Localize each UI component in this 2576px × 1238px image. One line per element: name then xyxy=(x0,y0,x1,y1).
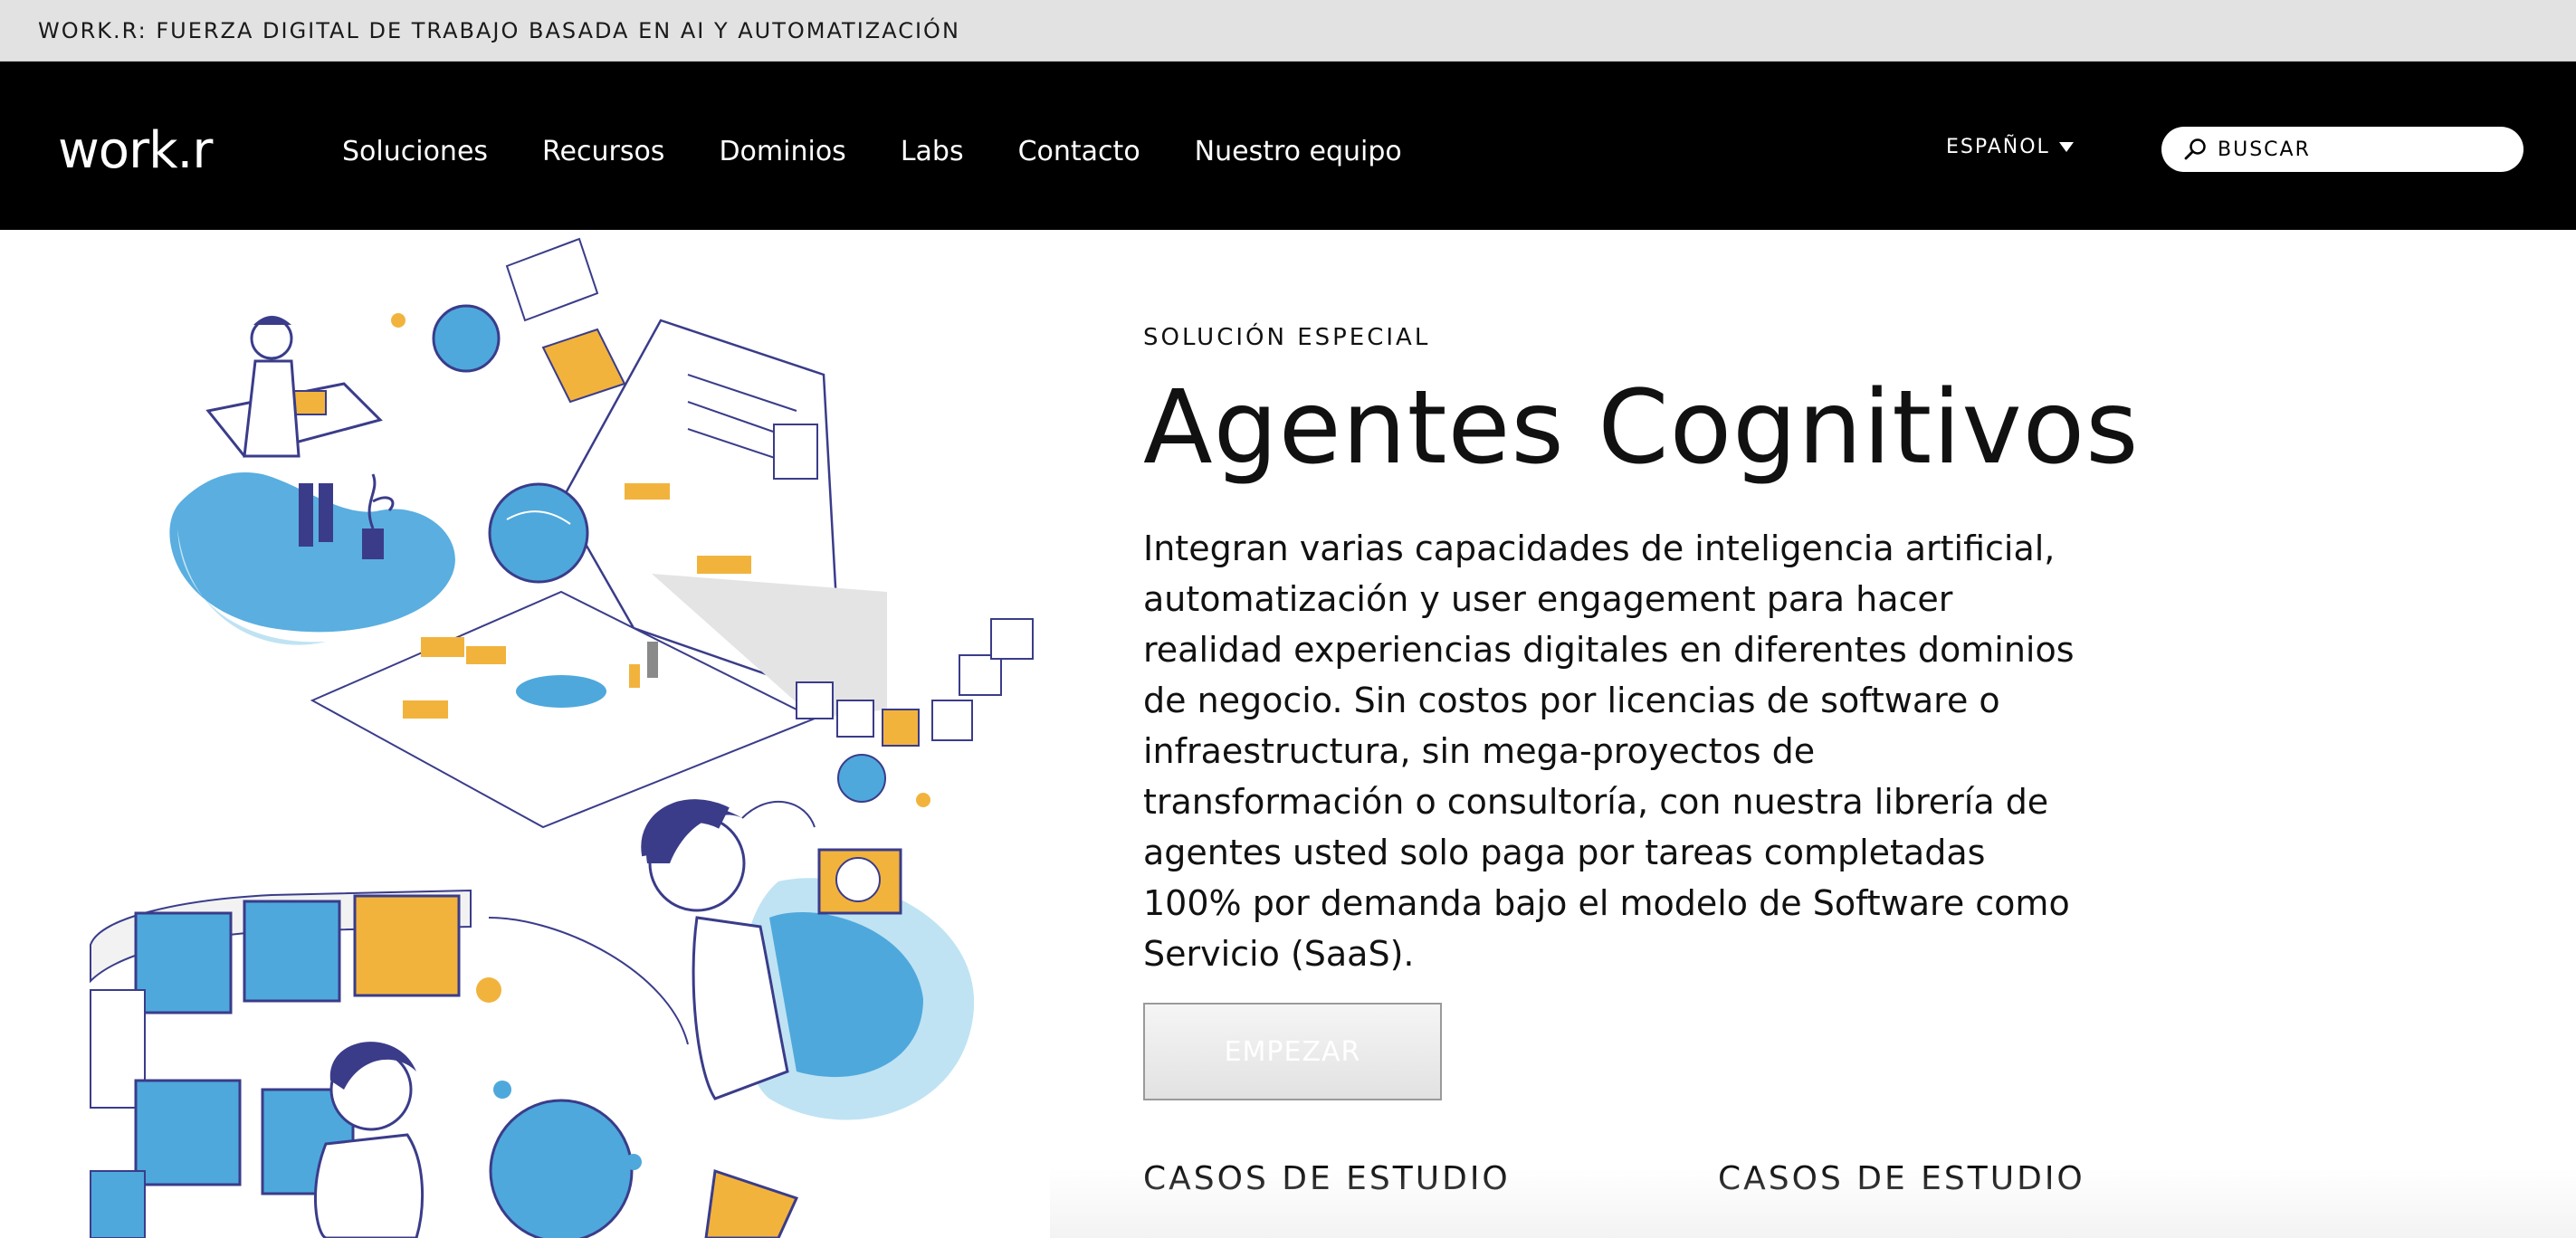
woman-headset-illustration xyxy=(641,799,975,1120)
announcement-text: WORK.R: FUERZA DIGITAL DE TRABAJO BASADA… xyxy=(38,17,960,43)
language-label: ESPAÑOL xyxy=(1946,136,2050,158)
hero-eyebrow: SOLUCIÓN ESPECIAL xyxy=(1143,324,1431,351)
person-laptop-illustration xyxy=(169,313,455,645)
site-logo[interactable]: work.r xyxy=(58,121,213,180)
screens-arc-illustration xyxy=(90,889,799,1238)
nav-link-labs[interactable]: Labs xyxy=(901,136,964,167)
hero-illustration xyxy=(90,237,1034,1238)
announcement-bar: WORK.R: FUERZA DIGITAL DE TRABAJO BASADA… xyxy=(0,0,2576,62)
nav-link-soluciones[interactable]: Soluciones xyxy=(342,136,488,167)
nav-link-recursos[interactable]: Recursos xyxy=(542,136,664,167)
nav-link-nuestro-equipo[interactable]: Nuestro equipo xyxy=(1195,136,1402,167)
primary-nav: Soluciones Recursos Dominios Labs Contac… xyxy=(342,136,1456,167)
caret-down-icon xyxy=(2058,142,2074,152)
nav-link-contacto[interactable]: Contacto xyxy=(1018,136,1140,167)
case-studies-heading-2[interactable]: CASOS DE ESTUDIO xyxy=(1718,1160,2085,1197)
language-selector[interactable]: ESPAÑOL xyxy=(1946,136,2074,158)
case-studies-heading-1[interactable]: CASOS DE ESTUDIO xyxy=(1143,1160,1511,1197)
hero-description: Integran varias capacidades de inteligen… xyxy=(1143,529,2075,974)
nav-link-dominios[interactable]: Dominios xyxy=(719,136,845,167)
hero-title: Agentes Cognitivos xyxy=(1143,369,2140,487)
search-icon xyxy=(2184,138,2206,160)
main-navbar: work.r Soluciones Recursos Dominios Labs… xyxy=(0,62,2576,230)
search-input[interactable] xyxy=(2218,138,2507,161)
start-button[interactable]: EMPEZAR xyxy=(1143,1003,1442,1100)
search-box[interactable] xyxy=(2161,127,2524,172)
